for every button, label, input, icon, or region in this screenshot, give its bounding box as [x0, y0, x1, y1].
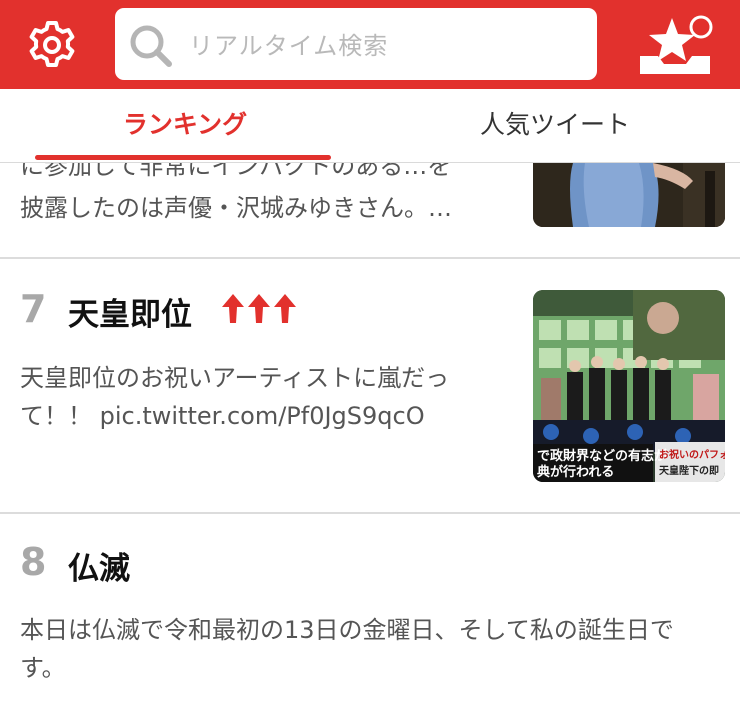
tab-popular-tweets[interactable]: 人気ツイート: [370, 89, 740, 163]
item-description: に参加して非常にインパクトのある…を 披露したのは声優・沢城みゆきさん。…: [20, 163, 510, 229]
thumbnail-caption: 天皇陛下の即: [659, 464, 719, 477]
triple-up-arrow-icon: [222, 294, 296, 323]
item-thumbnail[interactable]: で政財界などの有志が 典が行われる お祝いのパフォー 天皇陛下の即: [533, 290, 725, 482]
item-description: 天皇即位のお祝いアーティストに嵐だって！！ pic.twitter.com/Pf…: [20, 364, 450, 430]
app-header: リアルタイム検索: [0, 0, 740, 89]
item-description: 本日は仏滅で令和最初の13日の金曜日、そして私の誕生日です。: [20, 616, 674, 682]
ranking-list: に参加して非常にインパクトのある…を 披露したのは声優・沢城みゆきさん。… 7 …: [0, 163, 740, 705]
tab-bar: ランキング 人気ツイート: [0, 89, 740, 163]
description-line: 披露したのは声優・沢城みゆきさん。…: [20, 194, 452, 222]
divider: [0, 257, 740, 259]
thumbnail-caption: 典が行われる: [537, 464, 614, 480]
search-icon: [130, 25, 172, 67]
search-placeholder: リアルタイム検索: [189, 32, 389, 60]
trend-title: 仏滅: [68, 551, 130, 587]
description-line: に参加して非常にインパクトのある…を: [20, 163, 452, 180]
tab-ranking[interactable]: ランキング: [0, 89, 370, 163]
rank-number: 8: [20, 540, 47, 584]
item-thumbnail[interactable]: [533, 163, 725, 227]
star-inbox-icon[interactable]: [634, 10, 714, 80]
thumbnail-caption: で政財界などの有志が: [537, 448, 667, 464]
gear-icon[interactable]: [26, 19, 78, 71]
rank-number: 7: [20, 287, 47, 331]
trend-title: 天皇即位: [68, 297, 192, 333]
search-input[interactable]: リアルタイム検索: [115, 8, 597, 80]
active-tab-indicator: [35, 155, 331, 160]
thumbnail-caption: お祝いのパフォー: [659, 448, 725, 461]
divider: [0, 512, 740, 514]
